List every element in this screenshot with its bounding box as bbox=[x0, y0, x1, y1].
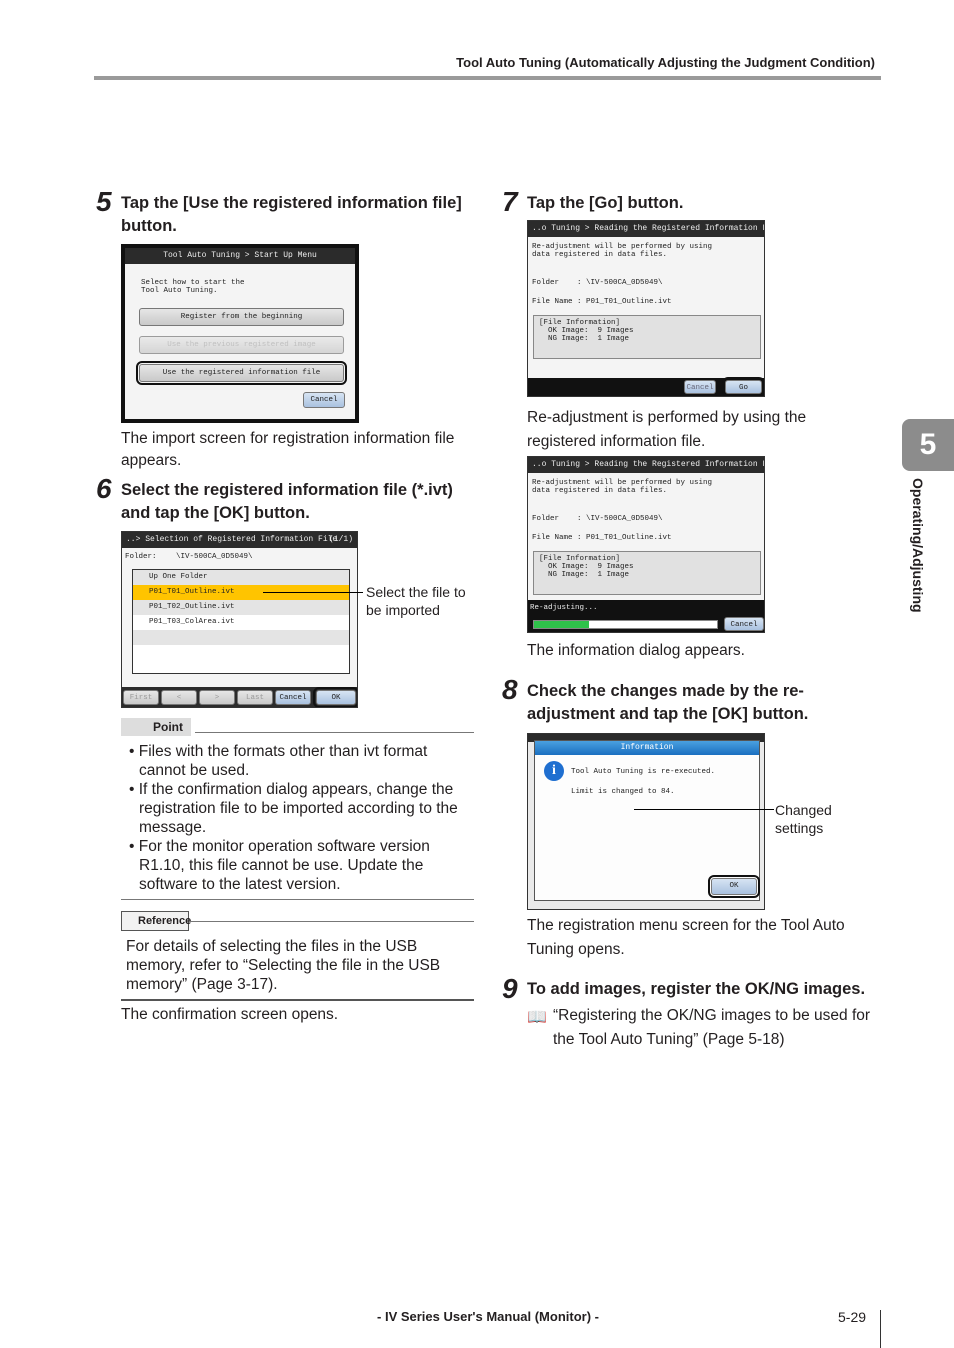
ok-button[interactable]: OK bbox=[313, 687, 357, 707]
go-button[interactable]: Go bbox=[722, 377, 764, 396]
callout-text: Select the file to be imported bbox=[366, 584, 466, 618]
step-number: 8 bbox=[502, 674, 518, 705]
reference-label: Reference bbox=[121, 911, 191, 931]
page-reference-link[interactable]: “Registering the OK/NG images to be used… bbox=[553, 1004, 878, 1052]
info-dialog-screen: Information i Tool Auto Tuning is re-exe… bbox=[527, 733, 765, 910]
register-from-beginning-button[interactable]: Register from the beginning bbox=[139, 308, 344, 326]
next-button[interactable]: > bbox=[199, 690, 235, 705]
step-number: 7 bbox=[502, 186, 518, 217]
list-item[interactable]: P01_T03_ColArea.ivt bbox=[133, 615, 349, 630]
step-title: Select the registered information file (… bbox=[121, 481, 453, 522]
cancel-button[interactable]: Cancel bbox=[275, 690, 311, 705]
use-registered-file-button[interactable]: Use the registered information file bbox=[136, 361, 347, 385]
step-number: 6 bbox=[96, 473, 112, 504]
reference-box: Reference For details of selecting the f… bbox=[121, 911, 474, 1001]
cancel-button[interactable]: Cancel bbox=[684, 380, 716, 394]
file-name-text: File Name : P01_T01_Outline.ivt bbox=[532, 298, 672, 306]
step-title: To add images, register the OK/NG images… bbox=[527, 980, 866, 998]
dialog-title: Information bbox=[535, 741, 759, 755]
file-list[interactable]: Up One Folder P01_T01_Outline.ivt P01_T0… bbox=[132, 569, 350, 674]
cancel-button[interactable]: Cancel bbox=[303, 392, 345, 408]
chapter-label: Operating/Adjusting bbox=[910, 478, 926, 613]
dialog-message: Tool Auto Tuning is re-executed. bbox=[571, 768, 716, 776]
header-rule bbox=[94, 76, 881, 80]
footer-rule bbox=[880, 1310, 881, 1348]
screen-prompt: Select how to start the Tool Auto Tuning… bbox=[141, 279, 245, 295]
page-number: 5-29 bbox=[838, 1309, 867, 1325]
step-title: Check the changes made by the re-adjustm… bbox=[527, 682, 809, 723]
point-bullet: • For the monitor operation software ver… bbox=[129, 838, 430, 893]
screen-title: ..> Selection of Registered Information … bbox=[122, 532, 357, 548]
changed-limit-text: Limit is changed to 84. bbox=[571, 788, 675, 796]
book-icon: 📖 bbox=[527, 1009, 547, 1026]
folder-text: Folder : \IV-500CA_0D5049\ bbox=[532, 279, 663, 287]
callout-line bbox=[634, 809, 774, 810]
step-number: 5 bbox=[96, 186, 112, 217]
reference-text: For details of selecting the files in th… bbox=[126, 938, 441, 993]
ok-button[interactable]: OK bbox=[708, 875, 760, 898]
first-button[interactable]: First bbox=[123, 690, 159, 705]
step-result: The import screen for registration infor… bbox=[121, 430, 455, 469]
folder-text: Folder : \IV-500CA_0D5049\ bbox=[532, 515, 663, 523]
step-result: Re-adjustment is performed by using the … bbox=[527, 409, 807, 450]
re-adjusting-screen: ..o Tuning > Reading the Registered Info… bbox=[527, 456, 765, 633]
information-dialog: Information i Tool Auto Tuning is re-exe… bbox=[534, 740, 760, 901]
folder-label: Folder: bbox=[125, 553, 157, 561]
info-icon: i bbox=[544, 761, 564, 781]
step-result: The confirmation screen opens. bbox=[121, 1006, 339, 1023]
progress-label: Re-adjusting... bbox=[530, 604, 598, 612]
point-label: Point bbox=[121, 718, 191, 736]
footer-title: - IV Series User's Manual (Monitor) - bbox=[377, 1309, 599, 1324]
chapter-tab: 5 bbox=[902, 419, 954, 471]
progress-bar bbox=[533, 620, 718, 629]
point-box: Point • Files with the formats other tha… bbox=[121, 718, 474, 900]
file-selection-screen: ..> Selection of Registered Information … bbox=[121, 531, 358, 708]
point-bullet: • If the confirmation dialog appears, ch… bbox=[129, 781, 458, 836]
screen-message: Re-adjustment will be performed by using… bbox=[532, 479, 713, 495]
step-number: 9 bbox=[502, 973, 518, 1004]
step-result: The registration menu screen for the Too… bbox=[527, 917, 845, 958]
screen-message: Re-adjustment will be performed by using… bbox=[532, 243, 713, 259]
screen-title: Tool Auto Tuning > Start Up Menu bbox=[125, 248, 355, 264]
use-previous-image-button[interactable]: Use the previous registered image bbox=[139, 336, 344, 354]
running-header: Tool Auto Tuning (Automatically Adjustin… bbox=[456, 55, 875, 70]
file-name-text: File Name : P01_T01_Outline.ivt bbox=[532, 534, 672, 542]
step-title: Tap the [Go] button. bbox=[527, 194, 684, 212]
screen-title: ..o Tuning > Reading the Registered Info… bbox=[528, 221, 764, 237]
folder-path: \IV-500CA_0D5049\ bbox=[176, 553, 253, 561]
startup-menu-screen: Tool Auto Tuning > Start Up Menu Select … bbox=[121, 244, 359, 423]
prev-button[interactable]: < bbox=[161, 690, 197, 705]
cancel-button[interactable]: Cancel bbox=[724, 617, 764, 631]
file-info-box: [File Information] OK Image: 9 Images NG… bbox=[533, 315, 761, 359]
reading-file-screen: ..o Tuning > Reading the Registered Info… bbox=[527, 220, 765, 397]
step-result: The information dialog appears. bbox=[527, 642, 745, 659]
file-info-box: [File Information] OK Image: 9 Images NG… bbox=[533, 551, 761, 595]
screen-title: ..o Tuning > Reading the Registered Info… bbox=[528, 457, 764, 473]
last-button[interactable]: Last bbox=[237, 690, 273, 705]
list-item[interactable]: P01_T02_Outline.ivt bbox=[133, 600, 349, 615]
point-bullet: • Files with the formats other than ivt … bbox=[129, 743, 428, 779]
step-title: Tap the [Use the registered information … bbox=[121, 194, 462, 235]
callout-text: Changed settings bbox=[775, 802, 832, 836]
callout-line bbox=[263, 592, 363, 593]
list-item[interactable]: Up One Folder bbox=[133, 570, 349, 585]
